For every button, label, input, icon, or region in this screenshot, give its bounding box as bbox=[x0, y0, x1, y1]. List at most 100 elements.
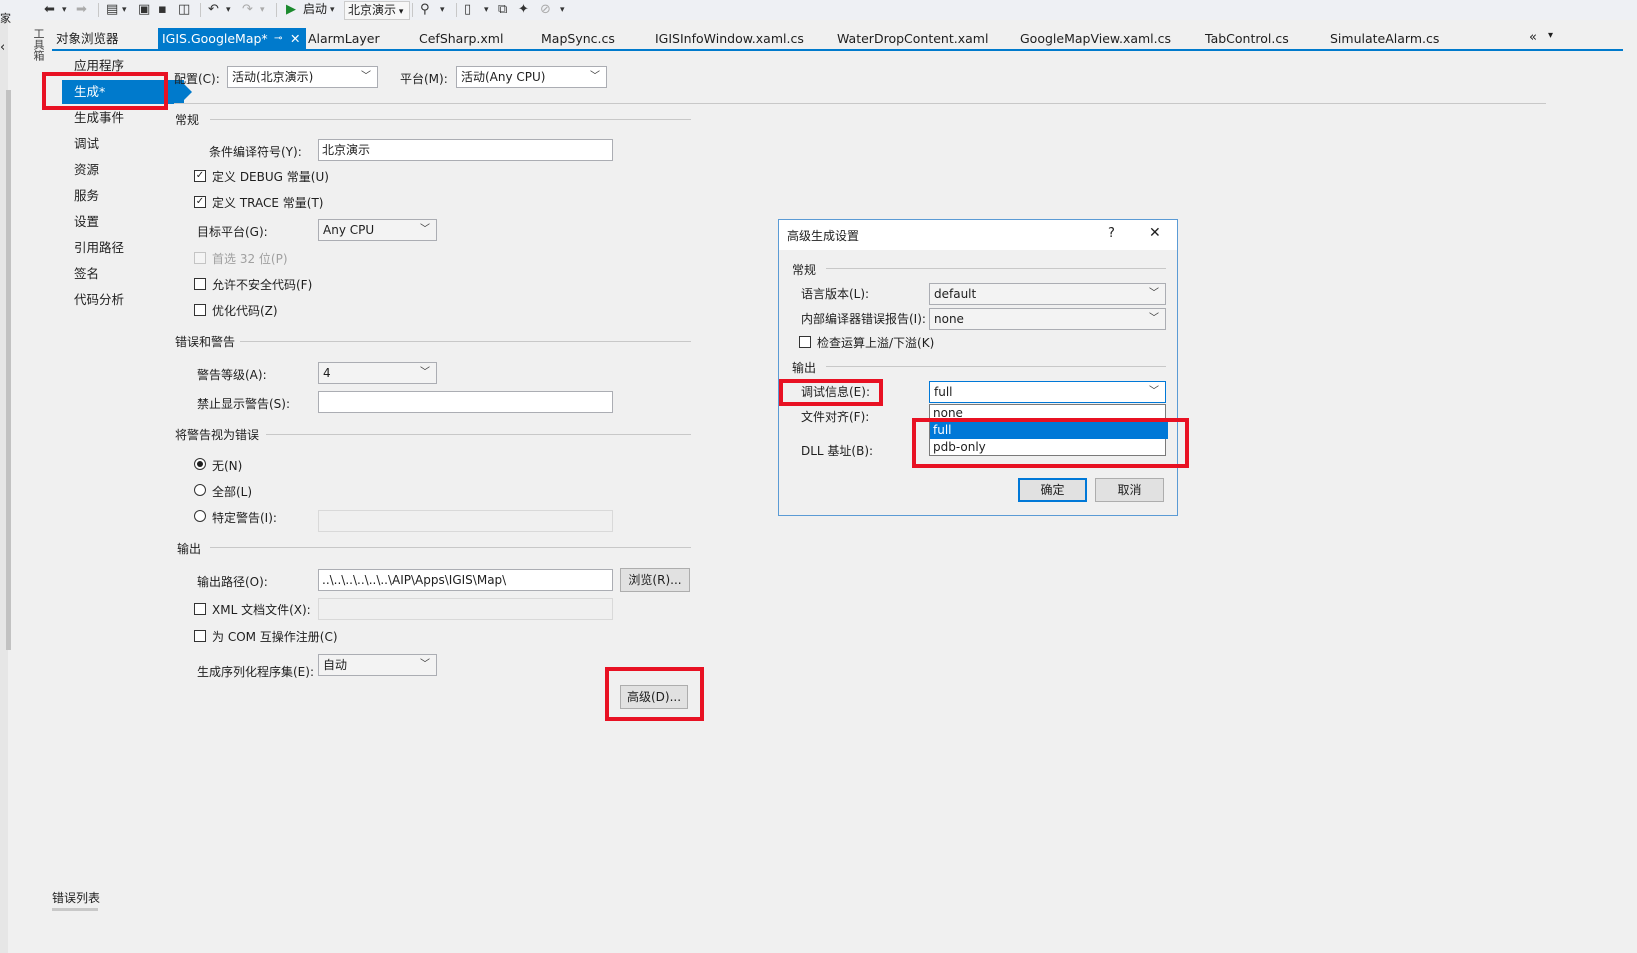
tab-simulatealarm[interactable]: SimulateAlarm.cs bbox=[1326, 28, 1439, 49]
serialization-combo[interactable]: 自动 ﹀ bbox=[318, 654, 437, 676]
tab-cefsharp[interactable]: CefSharp.xml bbox=[415, 28, 503, 49]
tab-label: GoogleMapView.xaml.cs bbox=[1020, 31, 1172, 46]
find-icon[interactable]: ⚲ bbox=[420, 2, 430, 18]
tab-scroll-left-icon[interactable]: « bbox=[1529, 30, 1537, 45]
tab-list-dropdown-icon[interactable]: ▾ bbox=[1548, 30, 1553, 41]
dropdown-option-none[interactable]: none bbox=[930, 405, 1168, 422]
new-dropdown-icon[interactable]: ▾ bbox=[122, 2, 127, 18]
error-list-tab-indicator bbox=[52, 908, 98, 911]
suppress-warnings-input[interactable] bbox=[318, 391, 613, 413]
advanced-build-settings-dialog: 高级生成设置 ? ✕ bbox=[778, 219, 1178, 516]
tab-googlemapview[interactable]: GoogleMapView.xaml.cs bbox=[1016, 28, 1171, 49]
nav-item-settings[interactable]: 设置 bbox=[62, 210, 184, 234]
treat-none-radio[interactable] bbox=[194, 458, 206, 470]
com-interop-checkbox[interactable] bbox=[194, 630, 206, 642]
tab-mapsync[interactable]: MapSync.cs bbox=[537, 28, 615, 49]
define-trace-checkbox[interactable]: ✓ bbox=[194, 196, 206, 208]
nav-item-debug[interactable]: 调试 bbox=[62, 132, 184, 156]
advanced-button[interactable]: 高级(D)... bbox=[620, 685, 688, 709]
start-icon[interactable]: ▶ bbox=[286, 2, 296, 18]
undo-icon[interactable]: ↶ bbox=[208, 2, 219, 18]
prefer-32bit-checkbox[interactable] bbox=[194, 252, 206, 264]
overflow-check-checkbox[interactable] bbox=[799, 336, 811, 348]
cancel-button[interactable]: 取消 bbox=[1095, 478, 1164, 502]
serialization-label: 生成序列化程序集(E): bbox=[197, 665, 314, 679]
nav-item-services[interactable]: 服务 bbox=[62, 184, 184, 208]
bookmark-icon[interactable]: ▯ bbox=[464, 2, 471, 18]
treat-specific-radio[interactable] bbox=[194, 510, 206, 522]
warning-level-combo[interactable]: 4 ﹀ bbox=[318, 362, 437, 384]
output-path-input[interactable]: ..\..\..\..\..\..\AIP\Apps\IGIS\Map\ bbox=[318, 569, 613, 591]
specific-warnings-input[interactable] bbox=[318, 510, 613, 532]
forward-icon[interactable]: ➡ bbox=[76, 2, 87, 18]
nav-item-build-events[interactable]: 生成事件 bbox=[62, 106, 184, 130]
disabled-tool-icon[interactable]: ⊘ bbox=[540, 2, 551, 18]
toolbox-tab[interactable]: 工具箱 bbox=[30, 28, 46, 68]
pin-tab-icon[interactable]: ⊸ bbox=[274, 28, 282, 49]
xml-doc-path-input[interactable] bbox=[318, 598, 613, 620]
new-project-icon[interactable]: ▤ bbox=[106, 2, 118, 18]
tab-object-browser[interactable]: 对象浏览器 bbox=[52, 28, 119, 49]
start-button-label[interactable]: 启动 bbox=[300, 1, 330, 18]
help-icon[interactable]: ? bbox=[1108, 226, 1115, 241]
solution-config-combo[interactable]: 北京演示 ▾ bbox=[344, 1, 410, 20]
nav-item-reference-paths[interactable]: 引用路径 bbox=[62, 236, 184, 260]
left-scrollbar-thumb[interactable] bbox=[6, 90, 11, 650]
undo-dropdown-icon[interactable]: ▾ bbox=[226, 2, 231, 18]
tab-tabcontrol[interactable]: TabControl.cs bbox=[1201, 28, 1289, 49]
toolbar-overflow-icon[interactable]: ▾ bbox=[560, 2, 565, 18]
overflow-check-label: 检查运算上溢/下溢(K) bbox=[817, 336, 935, 350]
nav-item-build[interactable]: 生成* bbox=[62, 80, 192, 104]
error-report-combo[interactable]: none ﹀ bbox=[929, 308, 1166, 330]
config-combo[interactable]: 活动(北京演示) ﹀ bbox=[227, 66, 378, 88]
browse-button[interactable]: 浏览(R)... bbox=[620, 568, 690, 592]
error-list-tab[interactable]: 错误列表 bbox=[52, 889, 100, 906]
left-scrollbar[interactable] bbox=[0, 20, 11, 953]
nav-item-resources[interactable]: 资源 bbox=[62, 158, 184, 182]
open-file-icon[interactable]: ▣ bbox=[138, 2, 150, 18]
chevron-down-icon: ﹀ bbox=[1149, 386, 1159, 397]
target-platform-combo[interactable]: Any CPU ﹀ bbox=[318, 219, 437, 241]
save-icon[interactable]: ▪ bbox=[158, 2, 167, 18]
platform-combo[interactable]: 活动(Any CPU) ﹀ bbox=[456, 66, 607, 88]
tab-igisinfowindow[interactable]: IGISInfoWindow.xaml.cs bbox=[651, 28, 804, 49]
back-icon[interactable]: ⬅ bbox=[44, 2, 55, 18]
tab-alarmlayer[interactable]: AlarmLayer bbox=[304, 28, 380, 49]
attach-icon[interactable]: ⧉ bbox=[498, 2, 507, 18]
find-dropdown-icon[interactable]: ▾ bbox=[440, 2, 445, 18]
chevron-down-icon: ﹀ bbox=[420, 659, 430, 670]
dropdown-option-pdb-only[interactable]: pdb-only bbox=[930, 439, 1168, 456]
right-scrollbar[interactable] bbox=[1623, 48, 1637, 953]
tab-label: 对象浏览器 bbox=[56, 31, 119, 46]
back-dropdown-icon[interactable]: ▾ bbox=[62, 2, 67, 18]
treat-all-radio[interactable] bbox=[194, 484, 206, 496]
bookmark-dropdown-icon[interactable]: ▾ bbox=[484, 2, 489, 18]
save-all-icon[interactable]: ◫ bbox=[178, 2, 190, 18]
language-version-combo[interactable]: default ﹀ bbox=[929, 283, 1166, 305]
optimize-code-checkbox[interactable] bbox=[194, 304, 206, 316]
document-tab-strip: 对象浏览器 IGIS.GoogleMap* ⊸ ✕ AlarmLayer Cef… bbox=[52, 28, 1637, 51]
allow-unsafe-checkbox[interactable] bbox=[194, 278, 206, 290]
ok-button[interactable]: 确定 bbox=[1018, 478, 1087, 502]
dropdown-option-full[interactable]: full bbox=[930, 422, 1168, 439]
close-icon[interactable]: ✕ bbox=[1149, 225, 1161, 241]
tab-igis-googlemap[interactable]: IGIS.GoogleMap* ⊸ ✕ bbox=[158, 28, 306, 49]
dialog-titlebar[interactable]: 高级生成设置 ? ✕ bbox=[779, 220, 1177, 250]
start-dropdown-icon[interactable]: ▾ bbox=[330, 2, 335, 18]
close-tab-icon[interactable]: ✕ bbox=[290, 28, 300, 49]
nav-item-code-analysis[interactable]: 代码分析 bbox=[62, 288, 184, 312]
tab-label: WaterDropContent.xaml bbox=[837, 31, 989, 46]
conditional-symbols-input[interactable]: 北京演示 bbox=[318, 139, 613, 161]
redo-dropdown-icon[interactable]: ▾ bbox=[260, 2, 265, 18]
define-debug-checkbox[interactable]: ✓ bbox=[194, 170, 206, 182]
debug-info-combo[interactable]: full ﹀ bbox=[929, 381, 1166, 403]
pin-icon[interactable]: ✦ bbox=[518, 2, 529, 18]
nav-item-application[interactable]: 应用程序 bbox=[62, 54, 184, 78]
tab-waterdropcontent[interactable]: WaterDropContent.xaml bbox=[833, 28, 988, 49]
target-platform-label: 目标平台(G): bbox=[197, 225, 268, 239]
collapse-arrow-icon[interactable]: ‹ bbox=[0, 40, 5, 55]
main-toolbar: ⬅ ▾ ➡ ▤ ▾ ▣ ▪ ◫ ↶ ▾ ↷ ▾ ▶ 启动 ▾ 北京演示 ▾ ⚲ … bbox=[0, 0, 1637, 20]
nav-item-signing[interactable]: 签名 bbox=[62, 262, 184, 286]
redo-icon[interactable]: ↷ bbox=[242, 2, 253, 18]
xml-doc-checkbox[interactable] bbox=[194, 603, 206, 615]
